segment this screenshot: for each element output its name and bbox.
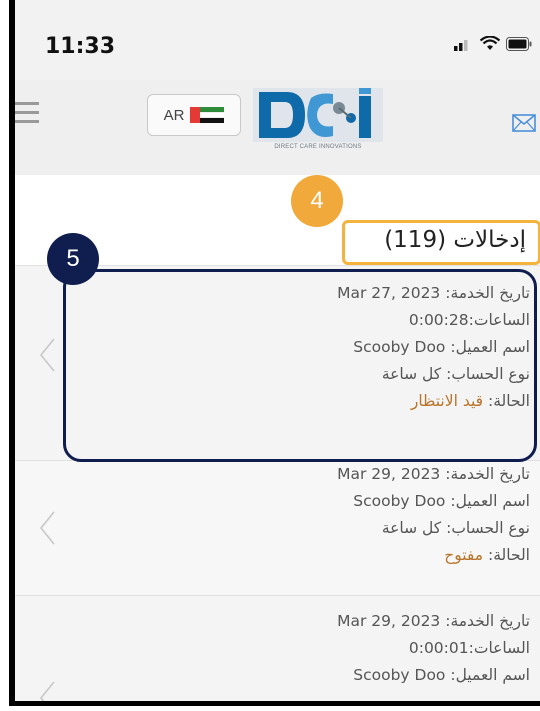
status-bar: 11:33	[15, 0, 540, 80]
entry-row[interactable]: تاريخ الخدمة: Mar 29, 2023 الساعات:0:00:…	[15, 596, 540, 706]
hours-line: الساعات:0:00:01	[408, 639, 530, 657]
entry-highlight	[63, 269, 537, 462]
status-line: الحالة: مفتوح	[444, 546, 530, 564]
callout-badge-4: 4	[291, 175, 343, 227]
service-date-line: تاريخ الخدمة: Mar 29, 2023	[337, 465, 530, 483]
entries-title: إدخالات (119)	[384, 227, 526, 253]
callout-badge-5: 5	[47, 233, 99, 285]
status-time: 11:33	[45, 34, 116, 59]
phone-frame: 11:33 AR DIRECT CARE INNOVATIONS 4 إدخال…	[9, 0, 540, 706]
chevron-left-icon[interactable]	[39, 681, 55, 706]
service-date-line: تاريخ الخدمة: Mar 29, 2023	[337, 612, 530, 630]
uae-flag-icon	[190, 107, 225, 123]
dci-logo	[253, 88, 383, 142]
signal-icon	[454, 40, 468, 51]
app-header: AR DIRECT CARE INNOVATIONS	[15, 80, 540, 176]
battery-icon	[506, 37, 532, 51]
menu-icon[interactable]	[15, 102, 39, 129]
entry-row[interactable]: تاريخ الخدمة: Mar 29, 2023 اسم العميل: S…	[15, 461, 540, 596]
chevron-left-icon[interactable]	[39, 338, 55, 372]
status-value: مفتوح	[444, 546, 484, 564]
account-type-line: نوع الحساب: كل ساعة	[381, 519, 530, 537]
chevron-left-icon[interactable]	[39, 511, 55, 545]
mail-icon[interactable]	[512, 114, 536, 132]
wifi-icon	[480, 36, 500, 50]
client-name-line: اسم العميل: Scooby Doo	[353, 492, 530, 510]
status-icons	[454, 36, 532, 52]
client-name-line: اسم العميل: Scooby Doo	[353, 666, 530, 684]
logo-subtitle: DIRECT CARE INNOVATIONS	[274, 144, 362, 150]
language-label: AR	[163, 106, 185, 124]
language-button[interactable]: AR	[147, 94, 241, 136]
